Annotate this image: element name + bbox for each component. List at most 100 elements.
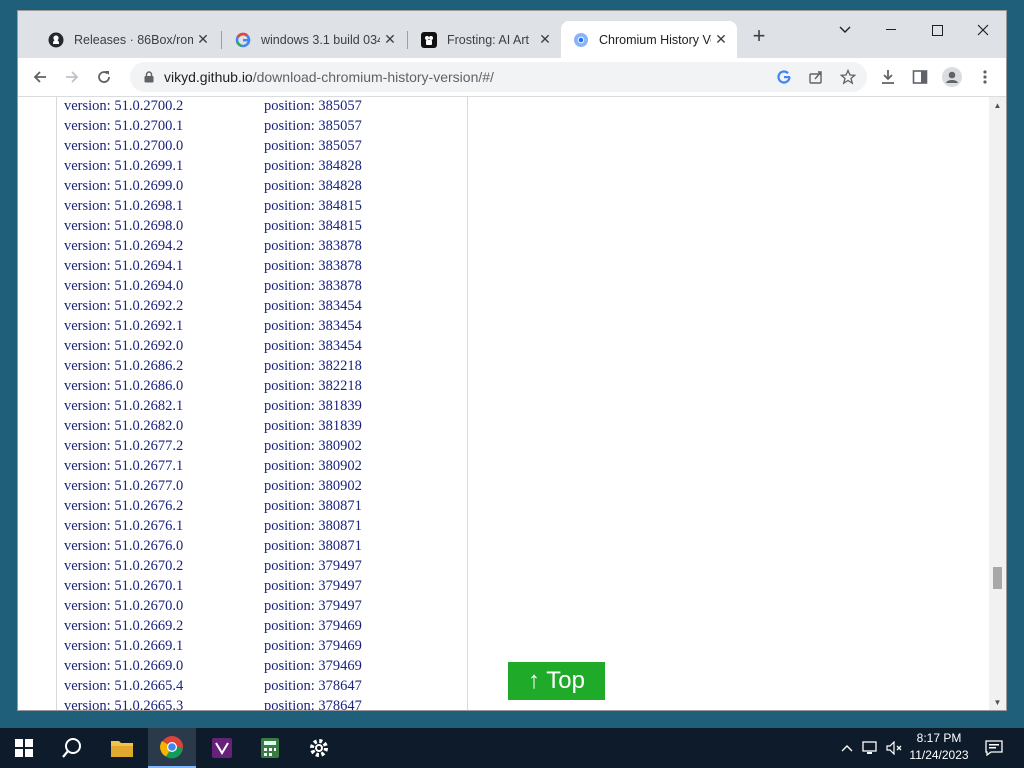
position-text: position: 383454 bbox=[264, 338, 362, 354]
version-link[interactable]: version: 51.0.2694.2 bbox=[64, 238, 183, 255]
forward-arrow-icon bbox=[66, 71, 79, 83]
version-link[interactable]: version: 51.0.2694.1 bbox=[64, 258, 183, 275]
version-link[interactable]: version: 51.0.2665.4 bbox=[64, 678, 183, 695]
version-link[interactable]: version: 51.0.2670.1 bbox=[64, 578, 183, 595]
version-link[interactable]: version: 51.0.2682.0 bbox=[64, 418, 183, 435]
version-link[interactable]: version: 51.0.2700.0 bbox=[64, 138, 183, 155]
position-text: position: 380871 bbox=[264, 498, 362, 514]
version-link[interactable]: version: 51.0.2669.0 bbox=[64, 658, 183, 675]
maximize-button[interactable] bbox=[914, 15, 960, 45]
version-link[interactable]: version: 51.0.2677.1 bbox=[64, 458, 183, 475]
url-text: vikyd.github.io/download-chromium-histor… bbox=[164, 69, 494, 85]
version-link[interactable]: version: 51.0.2686.2 bbox=[64, 358, 183, 375]
version-link[interactable]: version: 51.0.2669.2 bbox=[64, 618, 183, 635]
version-link[interactable]: version: 51.0.2676.0 bbox=[64, 538, 183, 555]
tab-chromium-history[interactable]: Chromium History Ve ✕ bbox=[561, 21, 737, 58]
profile-button[interactable] bbox=[940, 65, 964, 89]
version-link[interactable]: version: 51.0.2700.1 bbox=[64, 118, 183, 135]
forward-button[interactable] bbox=[60, 65, 84, 89]
clock-time: 8:17 PM bbox=[916, 731, 962, 745]
github-icon bbox=[48, 32, 64, 48]
notifications-button[interactable] bbox=[982, 728, 1006, 768]
download-icon bbox=[882, 70, 894, 84]
close-tab-icon[interactable]: ✕ bbox=[193, 31, 213, 48]
minimize-icon bbox=[886, 29, 896, 30]
calculator-button[interactable] bbox=[246, 728, 294, 768]
taskbar-clock[interactable]: 8:17 PM 11/24/2023 bbox=[902, 730, 976, 766]
address-bar[interactable]: vikyd.github.io/download-chromium-histor… bbox=[130, 62, 867, 92]
share-button[interactable] bbox=[807, 68, 825, 86]
version-link[interactable]: version: 51.0.2676.2 bbox=[64, 498, 183, 515]
chevron-up-icon bbox=[841, 745, 853, 752]
google-lens-button[interactable] bbox=[775, 68, 793, 86]
position-text: position: 380871 bbox=[264, 538, 362, 554]
scroll-down-arrow-icon[interactable]: ▼ bbox=[989, 696, 1006, 710]
version-link[interactable]: version: 51.0.2700.2 bbox=[64, 98, 183, 115]
tab-search-button[interactable] bbox=[822, 15, 868, 45]
network-icon bbox=[862, 741, 877, 754]
version-link[interactable]: version: 51.0.2665.3 bbox=[64, 698, 183, 710]
version-link[interactable]: version: 51.0.2686.0 bbox=[64, 378, 183, 395]
position-text: position: 380902 bbox=[264, 478, 362, 494]
scrollbar-thumb[interactable] bbox=[993, 567, 1002, 589]
chrome-taskbar-button[interactable] bbox=[148, 728, 196, 768]
tab-google-search[interactable]: windows 3.1 build 034 ✕ bbox=[223, 21, 406, 58]
file-explorer-button[interactable] bbox=[98, 728, 146, 768]
tab-frosting[interactable]: Frosting: AI Art ✕ bbox=[409, 21, 561, 58]
close-tab-icon[interactable]: ✕ bbox=[380, 31, 400, 48]
left-divider bbox=[56, 97, 57, 710]
tab-title: windows 3.1 build 034 bbox=[261, 32, 380, 47]
version-link[interactable]: version: 51.0.2677.0 bbox=[64, 478, 183, 495]
version-link[interactable]: version: 51.0.2669.1 bbox=[64, 638, 183, 655]
version-link[interactable]: version: 51.0.2670.2 bbox=[64, 558, 183, 575]
position-text: position: 382218 bbox=[264, 358, 362, 374]
start-button[interactable] bbox=[0, 728, 48, 768]
version-link[interactable]: version: 51.0.2682.1 bbox=[64, 398, 183, 415]
taskbar-search-button[interactable] bbox=[48, 728, 96, 768]
version-link[interactable]: version: 51.0.2694.0 bbox=[64, 278, 183, 295]
version-link[interactable]: version: 51.0.2677.2 bbox=[64, 438, 183, 455]
position-text: position: 384815 bbox=[264, 198, 362, 214]
show-hidden-icons-button[interactable] bbox=[838, 728, 856, 768]
close-tab-icon[interactable]: ✕ bbox=[711, 31, 731, 48]
profile-avatar-icon bbox=[942, 67, 962, 87]
network-button[interactable] bbox=[860, 728, 882, 768]
page-scrollbar[interactable]: ▲ ▼ bbox=[989, 97, 1006, 710]
menu-button[interactable] bbox=[973, 65, 997, 89]
back-to-top-button[interactable]: ↑ Top bbox=[508, 662, 605, 700]
version-link[interactable]: version: 51.0.2699.1 bbox=[64, 158, 183, 175]
position-text: position: 379497 bbox=[264, 578, 362, 594]
version-link[interactable]: version: 51.0.2698.0 bbox=[64, 218, 183, 235]
version-link[interactable]: version: 51.0.2692.2 bbox=[64, 298, 183, 315]
position-text: position: 383878 bbox=[264, 258, 362, 274]
version-link[interactable]: version: 51.0.2692.1 bbox=[64, 318, 183, 335]
scroll-up-arrow-icon[interactable]: ▲ bbox=[989, 99, 1006, 113]
version-link[interactable]: version: 51.0.2692.0 bbox=[64, 338, 183, 355]
tab-title: Frosting: AI Art bbox=[447, 32, 529, 47]
position-text: position: 384828 bbox=[264, 178, 362, 194]
file-explorer-icon bbox=[111, 741, 133, 757]
visual-studio-button[interactable] bbox=[198, 728, 246, 768]
version-link[interactable]: version: 51.0.2699.0 bbox=[64, 178, 183, 195]
reload-button[interactable] bbox=[92, 65, 116, 89]
close-tab-icon[interactable]: ✕ bbox=[535, 31, 555, 48]
google-icon bbox=[235, 32, 251, 48]
settings-button[interactable] bbox=[295, 728, 343, 768]
tab-86box-releases[interactable]: Releases · 86Box/roms ✕ bbox=[36, 21, 219, 58]
version-link[interactable]: version: 51.0.2698.1 bbox=[64, 198, 183, 215]
downloads-button[interactable] bbox=[876, 65, 900, 89]
bookmark-button[interactable] bbox=[839, 68, 857, 86]
new-tab-button[interactable]: + bbox=[750, 25, 768, 47]
minimize-button[interactable] bbox=[868, 15, 914, 45]
calculator-icon bbox=[261, 738, 279, 758]
position-text: position: 383454 bbox=[264, 298, 362, 314]
close-window-button[interactable] bbox=[960, 15, 1006, 45]
position-text: position: 379469 bbox=[264, 658, 362, 674]
tab-title: Chromium History Ve bbox=[599, 32, 711, 47]
side-panel-button[interactable] bbox=[908, 65, 932, 89]
version-link[interactable]: version: 51.0.2676.1 bbox=[64, 518, 183, 535]
back-button[interactable] bbox=[28, 65, 52, 89]
url-path: /download-chromium-history-version/#/ bbox=[252, 69, 494, 85]
windows-start-icon bbox=[15, 739, 33, 757]
version-link[interactable]: version: 51.0.2670.0 bbox=[64, 598, 183, 615]
